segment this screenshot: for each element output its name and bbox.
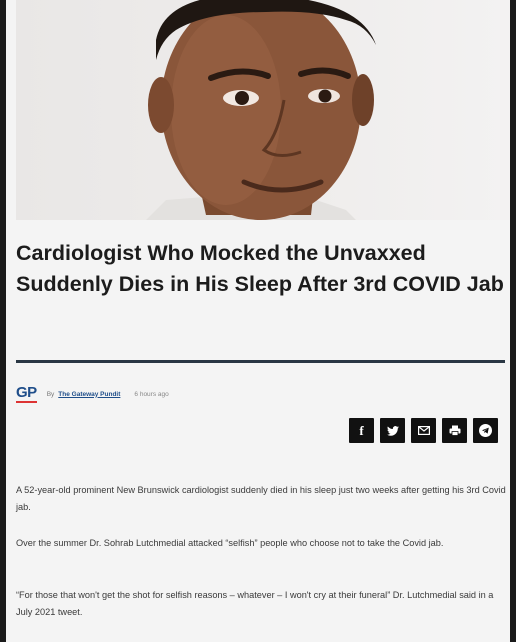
hero-photo (16, 0, 510, 220)
facebook-icon: f (359, 422, 364, 438)
article-page: Cardiologist Who Mocked the Unvaxxed Sud… (6, 0, 510, 642)
share-telegram-button[interactable] (473, 418, 498, 443)
article-paragraph: “For those that won't get the shot for s… (16, 590, 494, 617)
article-headline: Cardiologist Who Mocked the Unvaxxed Sud… (16, 241, 504, 296)
author-link[interactable]: The Gateway Pundit (58, 391, 120, 398)
article-paragraph: Over the summer Dr. Sohrab Lutchmedial a… (16, 538, 444, 548)
email-icon (417, 426, 430, 435)
share-twitter-button[interactable] (380, 418, 405, 443)
print-icon (449, 425, 460, 436)
telegram-icon (479, 424, 492, 437)
article-paragraph: A 52-year-old prominent New Brunswick ca… (16, 485, 506, 512)
share-toolbar: f (349, 418, 498, 443)
byline-prefix: By (46, 390, 55, 398)
twitter-icon (386, 425, 399, 436)
portrait-illustration (146, 0, 376, 220)
headline-divider (16, 360, 505, 363)
byline: GP By The Gateway Pundit 6 hours ago (16, 384, 169, 404)
gateway-pundit-logo[interactable]: GP (16, 385, 37, 403)
share-facebook-button[interactable]: f (349, 418, 374, 443)
post-timestamp: 6 hours ago (134, 390, 169, 398)
share-email-button[interactable] (411, 418, 436, 443)
share-print-button[interactable] (442, 418, 467, 443)
